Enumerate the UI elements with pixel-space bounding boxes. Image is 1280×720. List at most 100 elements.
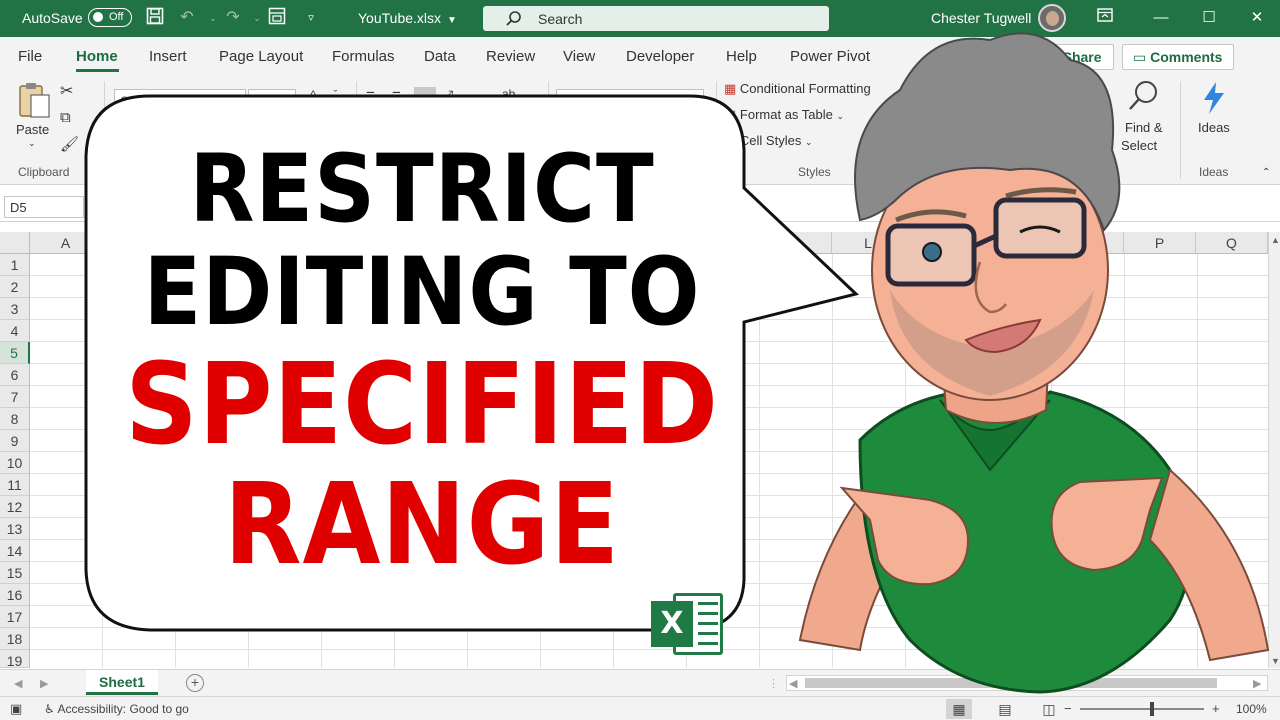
tab-power-pivot[interactable]: Power Pivot <box>790 48 870 65</box>
format-as-table-button[interactable]: ▦ Format as Table ⌄ <box>724 107 844 123</box>
prev-sheet-icon[interactable]: ◀ <box>14 677 22 690</box>
row-header[interactable]: 4 <box>0 320 30 342</box>
avatar[interactable] <box>1038 4 1066 32</box>
font-size-field[interactable]: 11 <box>248 89 296 111</box>
page-break-view-icon[interactable]: ◫ <box>1036 699 1062 719</box>
horizontal-scrollbar[interactable]: ◀ ▶ <box>786 675 1268 691</box>
file-name[interactable]: YouTube.xlsx ▼ <box>358 10 457 26</box>
row-header[interactable]: 15 <box>0 562 30 584</box>
row-header[interactable]: 9 <box>0 430 30 452</box>
zoom-level[interactable]: 100% <box>1236 702 1267 716</box>
conditional-formatting-button[interactable]: ▦ Conditional Formatting <box>724 81 871 97</box>
scroll-right-icon[interactable]: ▶ <box>1253 677 1261 690</box>
search-box[interactable]: Search <box>483 6 829 31</box>
tab-help[interactable]: Help <box>726 48 757 65</box>
align-middle-icon[interactable]: ≡ <box>392 87 401 104</box>
decrease-font-icon[interactable]: Aˇ <box>325 89 337 106</box>
row-header[interactable]: 12 <box>0 496 30 518</box>
maximize-icon[interactable]: ☐ <box>1194 4 1224 32</box>
sort-filter-icon[interactable]: ⇅ <box>1074 81 1089 102</box>
comments-button[interactable]: ▭ Comments <box>1122 44 1234 70</box>
tab-formulas[interactable]: Formulas <box>332 48 395 65</box>
close-icon[interactable]: ✕ <box>1242 4 1272 32</box>
increase-font-icon[interactable]: A^ <box>302 89 316 106</box>
row-header[interactable]: 18 <box>0 628 30 650</box>
tab-developer[interactable]: Developer <box>626 48 694 65</box>
share-button[interactable]: ⇪ Share <box>1036 44 1114 70</box>
row-header[interactable]: 14 <box>0 540 30 562</box>
scroll-left-icon[interactable]: ◀ <box>789 677 797 690</box>
add-sheet-icon[interactable]: + <box>186 674 204 692</box>
row-header[interactable]: 1 <box>0 254 30 276</box>
copy-icon[interactable]: ⧉ <box>60 109 71 126</box>
customize-toolbar-icon[interactable]: ▿ <box>300 7 322 29</box>
collapse-ribbon-icon[interactable]: ⌃ <box>1262 167 1270 178</box>
user-name[interactable]: Chester Tugwell <box>931 10 1031 26</box>
row-header-selected[interactable]: 5 <box>0 342 30 364</box>
column-header[interactable]: K <box>759 232 832 254</box>
splitter-icon[interactable]: ⋮ <box>768 677 779 690</box>
page-layout-view-icon[interactable]: ▤ <box>992 699 1018 719</box>
paste-icon[interactable] <box>17 81 51 124</box>
column-header[interactable]: L <box>832 232 905 254</box>
row-header[interactable]: 6 <box>0 364 30 386</box>
tab-home[interactable]: Home <box>76 48 118 65</box>
next-sheet-icon[interactable]: ▶ <box>40 677 48 690</box>
column-header[interactable]: Q <box>1196 232 1268 254</box>
column-header[interactable]: O <box>1051 232 1124 254</box>
format-painter-icon[interactable]: 🖌 <box>60 135 79 153</box>
find-select-label-2[interactable]: Select <box>1121 138 1157 153</box>
paste-dropdown-icon[interactable]: ⌄ <box>28 138 36 149</box>
row-header[interactable]: 11 <box>0 474 30 496</box>
tab-file[interactable]: File <box>18 48 42 65</box>
ribbon-display-icon[interactable] <box>1090 4 1120 32</box>
row-header[interactable]: 7 <box>0 386 30 408</box>
autosave-toggle[interactable]: Off <box>88 8 132 27</box>
tab-insert[interactable]: Insert <box>149 48 187 65</box>
font-name-field[interactable]: Calibri <box>114 89 246 111</box>
macro-record-icon[interactable]: ▣ <box>10 701 22 717</box>
name-box[interactable]: D5 <box>4 196 84 218</box>
tab-data[interactable]: Data <box>424 48 456 65</box>
scroll-up-icon[interactable]: ▲ <box>1271 235 1280 245</box>
minimize-icon[interactable]: — <box>1146 4 1176 32</box>
ideas-icon[interactable] <box>1200 81 1228 118</box>
form-icon[interactable] <box>266 7 288 29</box>
zoom-out-icon[interactable]: − <box>1064 701 1072 716</box>
cell-styles-button[interactable]: ▦ Cell Styles ⌄ <box>724 133 813 149</box>
scroll-thumb[interactable] <box>805 678 1217 688</box>
row-header[interactable]: 3 <box>0 298 30 320</box>
vertical-scrollbar[interactable]: ▲ ▼ <box>1268 232 1280 668</box>
redo-icon[interactable]: ↷ <box>222 7 244 29</box>
find-select-icon[interactable] <box>1126 79 1160 116</box>
zoom-slider[interactable] <box>1080 708 1204 710</box>
column-header[interactable]: A <box>30 232 102 254</box>
wrap-text-icon[interactable]: ab <box>502 87 515 101</box>
select-all-corner[interactable] <box>0 232 30 254</box>
column-header[interactable]: P <box>1124 232 1196 254</box>
row-header[interactable]: 2 <box>0 276 30 298</box>
paste-label[interactable]: Paste <box>16 122 49 137</box>
column-header[interactable]: M <box>905 232 978 254</box>
ideas-label[interactable]: Ideas <box>1198 120 1230 135</box>
row-header[interactable]: 17 <box>0 606 30 628</box>
row-header[interactable]: 19 <box>0 650 30 669</box>
row-header[interactable]: 16 <box>0 584 30 606</box>
tab-review[interactable]: Review <box>486 48 535 65</box>
tab-view[interactable]: View <box>563 48 595 65</box>
cut-icon[interactable]: ✂ <box>60 81 73 101</box>
normal-view-icon[interactable]: ▦ <box>946 699 972 719</box>
row-header[interactable]: 10 <box>0 452 30 474</box>
align-top-icon[interactable]: ≡ <box>366 87 375 104</box>
redo-dropdown-icon[interactable]: ⌄ <box>246 7 268 29</box>
number-format-field[interactable]: General <box>556 89 704 111</box>
align-bottom-icon[interactable] <box>414 87 436 103</box>
find-select-label-1[interactable]: Find & <box>1125 120 1163 135</box>
save-icon[interactable] <box>144 7 166 29</box>
row-header[interactable]: 8 <box>0 408 30 430</box>
scroll-down-icon[interactable]: ▼ <box>1271 656 1280 666</box>
zoom-slider-thumb[interactable] <box>1150 702 1154 716</box>
sheet-tab-sheet1[interactable]: Sheet1 <box>86 670 158 695</box>
tab-page-layout[interactable]: Page Layout <box>219 48 303 65</box>
orientation-icon[interactable]: ⤢ <box>442 87 453 104</box>
